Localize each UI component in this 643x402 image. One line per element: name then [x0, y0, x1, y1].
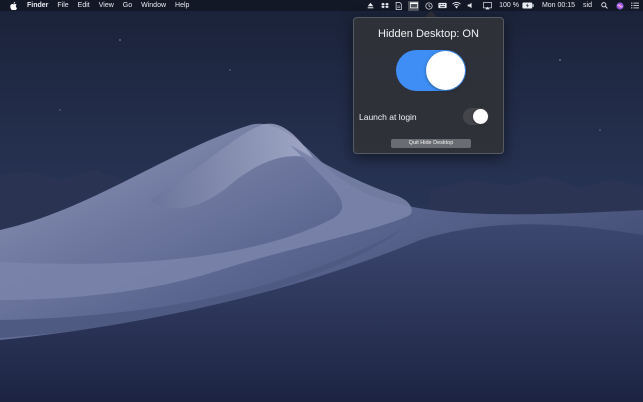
- menu-edit[interactable]: Edit: [78, 0, 90, 11]
- hide-desktop-icon[interactable]: [408, 0, 420, 11]
- battery-charging-icon[interactable]: [522, 1, 534, 10]
- battery-percentage[interactable]: 100 %: [499, 0, 519, 11]
- eject-icon[interactable]: [366, 1, 375, 10]
- user-name[interactable]: sid: [583, 0, 592, 11]
- launch-at-login-label: Launch at login: [359, 112, 417, 122]
- desktop: Finder File Edit View Go Window Help 100…: [0, 0, 643, 402]
- popover-title: Hidden Desktop: ON: [378, 28, 479, 40]
- wifi-icon[interactable]: [452, 1, 461, 10]
- menu-file[interactable]: File: [57, 0, 68, 11]
- volume-icon[interactable]: [466, 1, 475, 10]
- launch-at-login-toggle[interactable]: [463, 108, 489, 125]
- hidden-desktop-toggle[interactable]: [396, 50, 466, 91]
- airplay-icon[interactable]: [483, 1, 493, 10]
- menu-bar: Finder File Edit View Go Window Help 100…: [0, 0, 643, 11]
- menu-window[interactable]: Window: [141, 0, 166, 11]
- menu-bar-status-area: 100 % Mon 00:15 sid: [361, 0, 639, 11]
- menu-view[interactable]: View: [99, 0, 114, 11]
- apple-icon[interactable]: [9, 1, 17, 10]
- keyboard-icon[interactable]: [438, 1, 447, 10]
- hide-desktop-popover: Hidden Desktop: ON Launch at login Quit …: [353, 17, 504, 154]
- document-icon[interactable]: [394, 1, 403, 10]
- launch-toggle-knob: [473, 109, 488, 124]
- menu-app-finder[interactable]: Finder: [27, 0, 48, 11]
- menu-go[interactable]: Go: [123, 0, 132, 11]
- time-machine-icon[interactable]: [424, 1, 433, 10]
- siri-icon[interactable]: [615, 1, 624, 10]
- mojave-dunes-wallpaper: [0, 39, 643, 402]
- toggle-knob: [426, 51, 465, 90]
- spotlight-search-icon[interactable]: [600, 1, 609, 10]
- menu-help[interactable]: Help: [175, 0, 189, 11]
- menu-bar-left: Finder File Edit View Go Window Help: [0, 0, 198, 11]
- quit-button[interactable]: Quit Hide Desktop: [391, 139, 471, 148]
- dropbox-icon[interactable]: [380, 1, 389, 10]
- menu-clock[interactable]: Mon 00:15: [542, 0, 575, 11]
- notification-center-icon[interactable]: [630, 1, 639, 10]
